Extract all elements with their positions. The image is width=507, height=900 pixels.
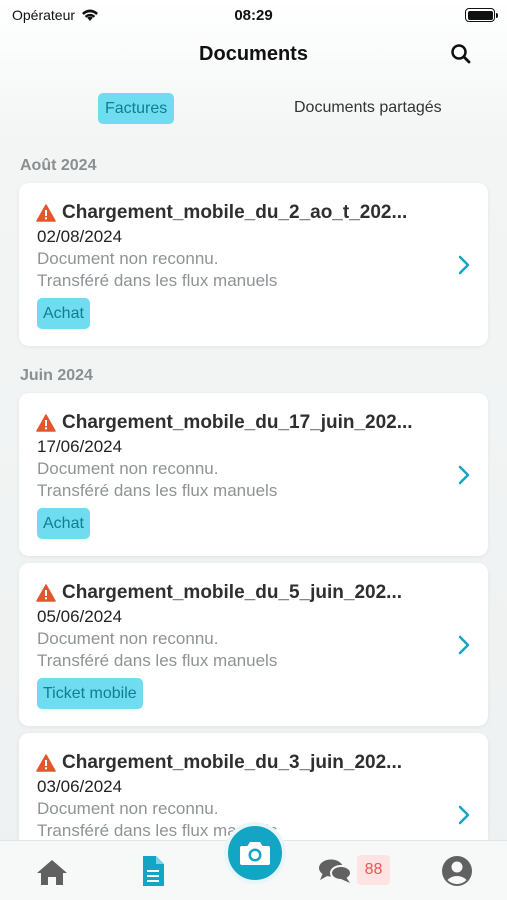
card-date: 02/08/2024 [37, 227, 123, 246]
document-icon[interactable] [141, 855, 165, 887]
camera-button[interactable] [224, 822, 286, 884]
warning-icon [36, 204, 56, 222]
card-date: 17/06/2024 [37, 437, 123, 456]
card-filename: Chargement_mobile_du_17_juin_202... [62, 412, 413, 433]
card-status-detail: Transféré dans les flux manuels [37, 651, 278, 670]
category-badge: Achat [37, 508, 90, 539]
chevron-right-icon[interactable] [458, 465, 470, 485]
card-title: Chargement_mobile_du_5_juin_202... [36, 582, 402, 604]
wifi-icon [82, 9, 99, 21]
card-status: Document non reconnu. [37, 629, 219, 648]
header: Documents [0, 30, 507, 78]
warning-icon [36, 754, 56, 772]
category-badge: Achat [37, 298, 90, 329]
card-filename: Chargement_mobile_du_5_juin_202... [62, 582, 403, 603]
card-status: Document non reconnu. [37, 249, 219, 268]
status-bar: Opérateur 08:29 [0, 0, 507, 30]
section-title-aout-2024: Août 2024 [20, 157, 97, 174]
card-filename: Chargement_mobile_du_3_juin_202... [62, 752, 403, 773]
card-title: Chargement_mobile_du_3_juin_202... [36, 752, 402, 774]
document-card[interactable]: Chargement_mobile_du_2_ao_t_202... 02/08… [19, 183, 488, 346]
search-icon[interactable] [449, 42, 473, 66]
document-tabs: Factures Documents partagés [0, 92, 507, 126]
category-badge: Ticket mobile [37, 678, 143, 709]
chevron-right-icon[interactable] [458, 635, 470, 655]
chevron-right-icon[interactable] [458, 805, 470, 825]
carrier-label: Opérateur [12, 7, 76, 23]
document-card[interactable]: Chargement_mobile_du_17_juin_202... 17/0… [19, 393, 488, 556]
warning-icon [36, 584, 56, 602]
card-status: Document non reconnu. [37, 459, 219, 478]
camera-icon [240, 842, 270, 865]
card-status: Document non reconnu. [37, 799, 219, 818]
tab-documents-partages[interactable]: Documents partagés [294, 99, 442, 117]
tab-factures[interactable]: Factures [98, 93, 175, 124]
card-date: 03/06/2024 [37, 777, 123, 796]
section-title-juin-2024: Juin 2024 [20, 367, 93, 384]
chat-count-badge: 88 [357, 855, 390, 885]
card-title: Chargement_mobile_du_17_juin_202... [36, 412, 413, 434]
chevron-right-icon[interactable] [458, 255, 470, 275]
warning-icon [36, 414, 56, 432]
card-title: Chargement_mobile_du_2_ao_t_202... [36, 202, 407, 224]
status-left: Opérateur [12, 7, 99, 23]
card-status-detail: Transféré dans les flux manuels [37, 271, 278, 290]
battery-icon [465, 8, 498, 22]
card-filename: Chargement_mobile_du_2_ao_t_202... [62, 202, 408, 223]
home-icon[interactable] [36, 858, 68, 886]
profile-icon[interactable] [441, 855, 473, 887]
document-card[interactable]: Chargement_mobile_du_5_juin_202... 05/06… [19, 563, 488, 726]
card-status-detail: Transféré dans les flux manuels [37, 481, 278, 500]
card-date: 05/06/2024 [37, 607, 123, 626]
page-title: Documents [199, 42, 308, 65]
chat-icon[interactable] [318, 858, 352, 884]
